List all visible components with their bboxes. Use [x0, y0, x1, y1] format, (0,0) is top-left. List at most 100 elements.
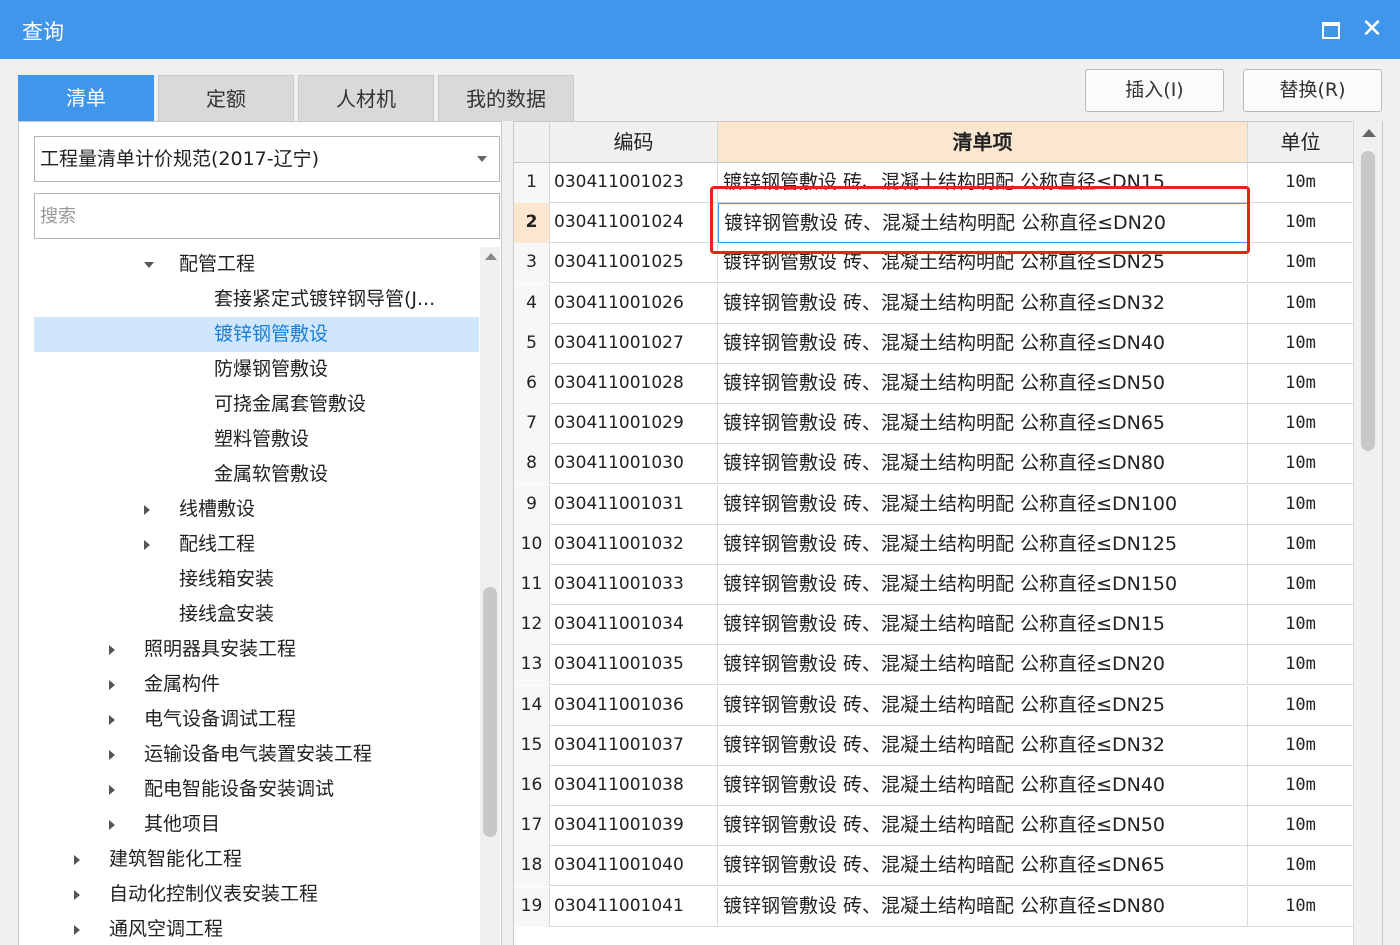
unit-cell[interactable]: 10m	[1248, 806, 1354, 847]
row-index[interactable]: 8	[514, 444, 550, 485]
tree-item[interactable]: 配管工程	[34, 247, 479, 282]
tree-item[interactable]: 套接紧定式镀锌钢导管(J...	[34, 282, 479, 317]
unit-cell[interactable]: 10m	[1248, 323, 1354, 364]
unit-cell[interactable]: 10m	[1248, 243, 1354, 284]
header-code[interactable]: 编码	[550, 122, 718, 163]
tree-item[interactable]: 配电智能设备安装调试	[34, 772, 479, 807]
tab-dinge[interactable]: 定额	[158, 75, 294, 121]
item-cell[interactable]: 镀锌钢管敷设 砖、混凝土结构暗配 公称直径≤DN50	[718, 806, 1248, 847]
collapse-arrow-icon[interactable]	[74, 925, 80, 935]
item-cell[interactable]: 镀锌钢管敷设 砖、混凝土结构明配 公称直径≤DN50	[718, 364, 1248, 404]
unit-cell[interactable]: 10m	[1248, 685, 1354, 726]
table-row[interactable]: 3 030411001025 镀锌钢管敷设 砖、混凝土结构明配 公称直径≤DN25 1…	[514, 243, 1354, 284]
tree-item[interactable]: 金属构件	[34, 667, 479, 702]
item-cell[interactable]: 镀锌钢管敷设 砖、混凝土结构暗配 公称直径≤DN40	[718, 766, 1248, 806]
code-cell[interactable]: 030411001028	[550, 364, 718, 404]
item-cell[interactable]: 镀锌钢管敷设 砖、混凝土结构暗配 公称直径≤DN25	[718, 685, 1248, 726]
code-cell[interactable]: 030411001034	[550, 605, 718, 646]
row-index[interactable]: 16	[514, 766, 550, 806]
row-index[interactable]: 5	[514, 323, 550, 364]
tree-item[interactable]: 塑料管敷设	[34, 422, 479, 457]
tree-item[interactable]: 镀锌钢管敷设	[34, 317, 479, 352]
row-index[interactable]: 6	[514, 364, 550, 404]
table-row[interactable]: 7 030411001029 镀锌钢管敷设 砖、混凝土结构明配 公称直径≤DN65 1…	[514, 404, 1354, 445]
code-cell[interactable]: 030411001029	[550, 404, 718, 445]
table-row[interactable]: 10 030411001032 镀锌钢管敷设 砖、混凝土结构明配 公称直径≤DN12…	[514, 524, 1354, 565]
row-index[interactable]: 2	[514, 203, 550, 244]
tree-item[interactable]: 照明器具安装工程	[34, 632, 479, 667]
collapse-arrow-icon[interactable]	[109, 785, 115, 795]
unit-cell[interactable]: 10m	[1248, 163, 1354, 203]
tree-item[interactable]: 接线盒安装	[34, 597, 479, 632]
tree-item[interactable]: 自动化控制仪表安装工程	[34, 877, 479, 912]
item-cell[interactable]: 镀锌钢管敷设 砖、混凝土结构明配 公称直径≤DN150	[718, 565, 1248, 605]
table-row[interactable]: 14 030411001036 镀锌钢管敷设 砖、混凝土结构暗配 公称直径≤DN25…	[514, 685, 1354, 726]
item-cell[interactable]: 镀锌钢管敷设 砖、混凝土结构明配 公称直径≤DN20	[718, 203, 1248, 244]
unit-cell[interactable]: 10m	[1248, 565, 1354, 605]
tree-item[interactable]: 金属软管敷设	[34, 457, 479, 492]
row-index[interactable]: 19	[514, 886, 550, 927]
collapse-arrow-icon[interactable]	[109, 715, 115, 725]
row-index[interactable]: 9	[514, 484, 550, 525]
code-cell[interactable]: 030411001030	[550, 444, 718, 485]
table-row[interactable]: 16 030411001038 镀锌钢管敷设 砖、混凝土结构暗配 公称直径≤DN40…	[514, 766, 1354, 806]
row-index[interactable]: 4	[514, 283, 550, 324]
collapse-arrow-icon[interactable]	[144, 505, 150, 515]
unit-cell[interactable]: 10m	[1248, 404, 1354, 445]
unit-cell[interactable]: 10m	[1248, 645, 1354, 686]
collapse-arrow-icon[interactable]	[109, 750, 115, 760]
item-cell[interactable]: 镀锌钢管敷设 砖、混凝土结构暗配 公称直径≤DN15	[718, 605, 1248, 646]
collapse-arrow-icon[interactable]	[144, 540, 150, 550]
row-index[interactable]: 3	[514, 243, 550, 284]
tree-item[interactable]: 运输设备电气装置安装工程	[34, 737, 479, 772]
row-index[interactable]: 18	[514, 846, 550, 887]
search-input[interactable]	[34, 193, 500, 239]
item-cell[interactable]: 镀锌钢管敷设 砖、混凝土结构暗配 公称直径≤DN80	[718, 886, 1248, 927]
table-row[interactable]: 18 030411001040 镀锌钢管敷设 砖、混凝土结构暗配 公称直径≤DN65…	[514, 846, 1354, 887]
collapse-arrow-icon[interactable]	[109, 645, 115, 655]
scroll-thumb[interactable]	[1361, 151, 1375, 451]
scroll-up-icon[interactable]	[1362, 129, 1376, 137]
row-index[interactable]: 10	[514, 524, 550, 565]
insert-button[interactable]: 插入(I)	[1085, 69, 1224, 112]
table-row[interactable]: 8 030411001030 镀锌钢管敷设 砖、混凝土结构明配 公称直径≤DN80 1…	[514, 444, 1354, 485]
item-cell[interactable]: 镀锌钢管敷设 砖、混凝土结构明配 公称直径≤DN15	[718, 163, 1248, 203]
unit-cell[interactable]: 10m	[1248, 605, 1354, 646]
table-row[interactable]: 1 030411001023 镀锌钢管敷设 砖、混凝土结构明配 公称直径≤DN15 1…	[514, 163, 1354, 203]
grid-scrollbar[interactable]	[1353, 121, 1382, 945]
tree-item[interactable]: 防爆钢管敷设	[34, 352, 479, 387]
table-row[interactable]: 17 030411001039 镀锌钢管敷设 砖、混凝土结构暗配 公称直径≤DN50…	[514, 806, 1354, 847]
collapse-arrow-icon[interactable]	[74, 890, 80, 900]
tree-item[interactable]: 接线箱安装	[34, 562, 479, 597]
code-cell[interactable]: 030411001040	[550, 846, 718, 887]
tree-item[interactable]: 可挠金属套管敷设	[34, 387, 479, 422]
code-cell[interactable]: 030411001039	[550, 806, 718, 847]
table-row[interactable]: 9 030411001031 镀锌钢管敷设 砖、混凝土结构明配 公称直径≤DN100…	[514, 484, 1354, 525]
scroll-thumb[interactable]	[483, 587, 497, 837]
replace-button[interactable]: 替换(R)	[1243, 69, 1382, 112]
item-cell[interactable]: 镀锌钢管敷设 砖、混凝土结构暗配 公称直径≤DN32	[718, 725, 1248, 766]
header-unit[interactable]: 单位	[1248, 122, 1354, 163]
item-cell[interactable]: 镀锌钢管敷设 砖、混凝土结构明配 公称直径≤DN80	[718, 444, 1248, 485]
item-cell[interactable]: 镀锌钢管敷设 砖、混凝土结构暗配 公称直径≤DN20	[718, 645, 1248, 686]
table-row[interactable]: 5 030411001027 镀锌钢管敷设 砖、混凝土结构明配 公称直径≤DN40 1…	[514, 323, 1354, 364]
code-cell[interactable]: 030411001027	[550, 323, 718, 364]
unit-cell[interactable]: 10m	[1248, 766, 1354, 806]
maximize-icon[interactable]	[1315, 14, 1345, 44]
code-cell[interactable]: 030411001035	[550, 645, 718, 686]
collapse-arrow-icon[interactable]	[109, 680, 115, 690]
tree-item[interactable]: 通风空调工程	[34, 912, 479, 945]
row-index[interactable]: 15	[514, 725, 550, 766]
expand-arrow-icon[interactable]	[144, 262, 154, 268]
tree-item[interactable]: 电气设备调试工程	[34, 702, 479, 737]
unit-cell[interactable]: 10m	[1248, 364, 1354, 404]
header-item[interactable]: 清单项	[718, 122, 1248, 163]
code-cell[interactable]: 030411001033	[550, 565, 718, 605]
row-index[interactable]: 14	[514, 685, 550, 726]
code-cell[interactable]: 030411001036	[550, 685, 718, 726]
spec-select[interactable]: 工程量清单计价规范(2017-辽宁)	[34, 136, 500, 182]
tree-scrollbar[interactable]	[480, 247, 500, 945]
code-cell[interactable]: 030411001024	[550, 203, 718, 244]
unit-cell[interactable]: 10m	[1248, 725, 1354, 766]
table-row[interactable]: 13 030411001035 镀锌钢管敷设 砖、混凝土结构暗配 公称直径≤DN20…	[514, 645, 1354, 686]
